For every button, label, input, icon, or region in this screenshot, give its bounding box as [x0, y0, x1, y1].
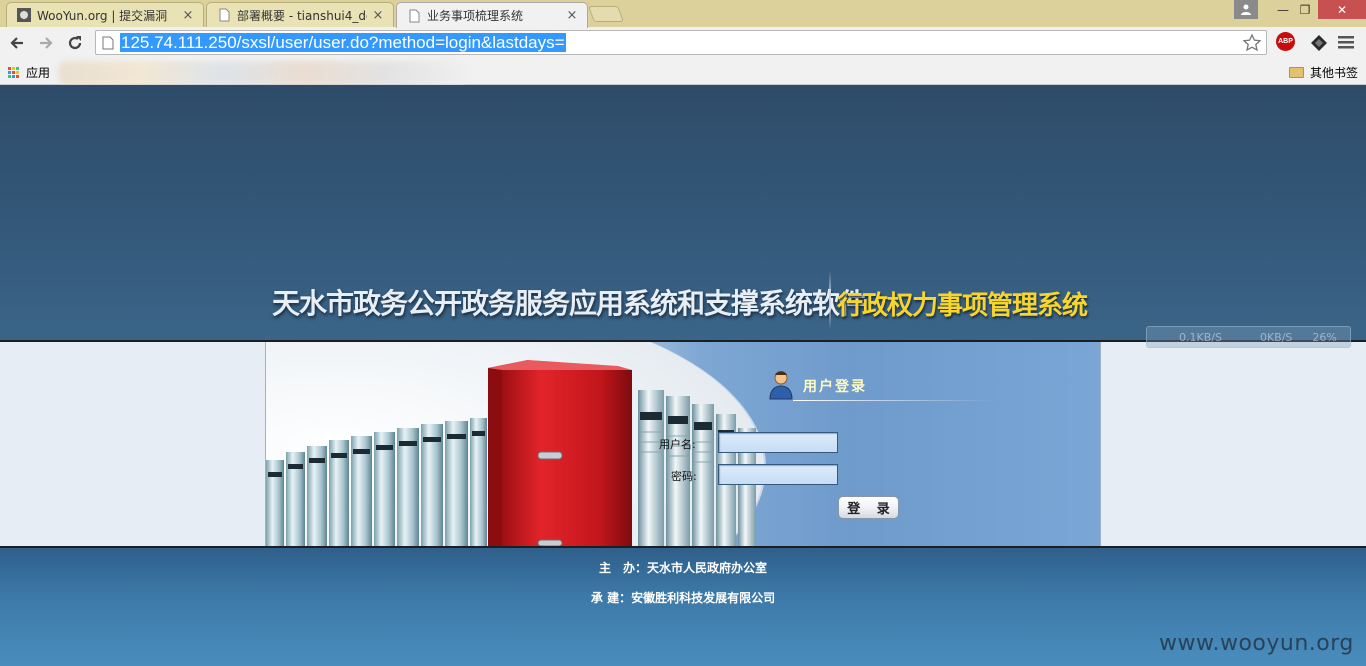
minimize-button[interactable]: — — [1270, 0, 1296, 19]
footer-builder: 承 建：安徽胜利科技发展有限公司 — [590, 591, 776, 605]
tab-wooyun[interactable]: WooYun.org | 提交漏洞 × — [6, 2, 204, 27]
wooyun-watermark: www.wooyun.org — [1159, 631, 1354, 656]
header-subtitle: 行政权力事项管理系统 — [837, 291, 1088, 321]
site-header: 天水市政务公开政务服务应用系统和支撑系统软件 行政权力事项管理系统 — [0, 85, 1366, 340]
window-close-button[interactable]: ✕ — [1318, 0, 1366, 19]
reload-button[interactable] — [63, 31, 87, 55]
login-title-underline — [793, 400, 993, 401]
bookmark-star-icon[interactable] — [1242, 33, 1262, 53]
new-tab-button[interactable] — [588, 6, 624, 22]
reload-icon — [68, 36, 82, 50]
other-bookmarks-label: 其他书签 — [1310, 66, 1359, 80]
user-avatar-icon — [769, 371, 793, 400]
login-panel: 用户登录 用户名: 密码: 登 录 — [265, 342, 1101, 546]
username-label: 用户名: — [659, 438, 696, 451]
redacted-bookmarks — [58, 61, 468, 85]
page-content: 天水市政务公开政务服务应用系统和支撑系统软件 行政权力事项管理系统 0.1KB/… — [0, 85, 1366, 666]
profile-button[interactable] — [1234, 0, 1258, 19]
binder-row-left — [266, 418, 487, 546]
login-header: 用户登录 — [769, 370, 999, 402]
address-bar[interactable]: 125.74.111.250/sxsl/user/user.do?method=… — [95, 30, 1267, 55]
tab-close-icon[interactable]: × — [565, 8, 579, 23]
user-icon — [1241, 4, 1251, 15]
apps-grid-icon — [8, 66, 20, 79]
apps-label: 应用 — [26, 66, 51, 80]
tab-strip: WooYun.org | 提交漏洞 × 部署概要 - tianshui4_do … — [0, 0, 1366, 28]
browser-chrome: WooYun.org | 提交漏洞 × 部署概要 - tianshui4_do … — [0, 0, 1366, 85]
folder-icon — [1289, 67, 1304, 78]
username-input[interactable] — [718, 432, 838, 453]
apps-shortcut[interactable]: 应用 — [8, 64, 50, 81]
red-binder — [488, 360, 632, 546]
download-speed: 0.1KB/S — [1179, 330, 1222, 344]
site-footer: 主 办：天水市人民政府办公室 承 建：安徽胜利科技发展有限公司 www.wooy… — [0, 548, 1366, 666]
login-band: 用户登录 用户名: 密码: 登 录 — [0, 340, 1366, 548]
adblock-plus-button[interactable]: ABP — [1276, 32, 1295, 51]
page-icon — [102, 36, 114, 50]
url-text[interactable]: 125.74.111.250/sxsl/user/user.do?method=… — [120, 33, 566, 52]
tab-deploy-summary[interactable]: 部署概要 - tianshui4_do × — [206, 2, 394, 27]
page-icon — [409, 9, 420, 22]
footer-host: 主 办：天水市人民政府办公室 — [598, 561, 767, 575]
login-button[interactable]: 登 录 — [838, 496, 899, 519]
tab-title: 业务事项梳理系统 — [427, 9, 524, 23]
speed-percent: 26% — [1312, 330, 1337, 344]
bookmarks-bar: 应用 其他书签 — [0, 59, 1366, 85]
tab-title: WooYun.org | 提交漏洞 — [37, 8, 168, 23]
arrow-right-icon — [40, 37, 53, 49]
back-button[interactable] — [5, 31, 29, 55]
forward-button[interactable] — [34, 31, 58, 55]
other-bookmarks-folder[interactable]: 其他书签 — [1289, 64, 1358, 81]
maximize-button[interactable]: ❐ — [1296, 0, 1314, 19]
tab-close-icon[interactable]: × — [181, 8, 195, 23]
wooyun-favicon-icon — [17, 8, 31, 22]
menu-icon[interactable] — [1338, 34, 1354, 50]
extension-diamond-icon[interactable] — [1310, 34, 1328, 52]
password-label: 密码: — [671, 470, 697, 483]
header-divider — [829, 271, 831, 329]
arrow-left-icon — [10, 37, 23, 49]
header-title: 天水市政务公开政务服务应用系统和支撑系统软件 — [272, 287, 867, 320]
tab-close-icon[interactable]: × — [371, 8, 385, 23]
tab-current[interactable]: 业务事项梳理系统 × — [396, 2, 588, 28]
tab-title: 部署概要 - tianshui4_do — [237, 8, 367, 23]
navigation-toolbar: 125.74.111.250/sxsl/user/user.do?method=… — [0, 27, 1366, 59]
password-input[interactable] — [718, 464, 838, 485]
login-title: 用户登录 — [803, 379, 867, 395]
page-icon — [219, 8, 230, 22]
upload-speed: 0KB/S — [1259, 330, 1293, 344]
network-speed-widget: 0.1KB/S 0KB/S 26% — [1146, 326, 1351, 348]
